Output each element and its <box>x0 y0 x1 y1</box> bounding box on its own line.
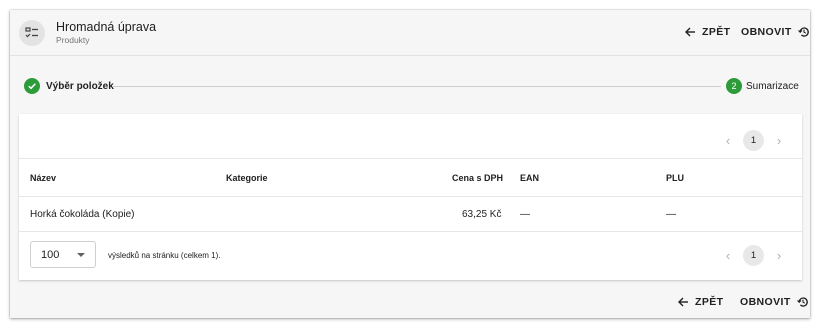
column-header-plu[interactable]: PLU <box>666 173 684 183</box>
bottom-back-button[interactable]: ZPĚT <box>677 296 723 308</box>
step-2-label: Sumarizace <box>746 81 799 92</box>
page-size-value: 100 <box>41 248 60 261</box>
prev-page-button[interactable]: ‹ <box>719 132 737 150</box>
refresh-button-label: OBNOVIT <box>741 26 792 38</box>
page-number-button[interactable]: 1 <box>743 245 764 266</box>
cell-ean: — <box>520 209 530 220</box>
column-header-name[interactable]: Název <box>30 173 56 183</box>
arrow-left-icon <box>677 296 689 308</box>
divider <box>19 196 802 197</box>
page-number-button[interactable]: 1 <box>743 130 764 151</box>
cell-price: 63,25 Kč <box>462 209 502 220</box>
page-size-select[interactable]: 100 <box>30 241 96 268</box>
step-connector <box>112 86 721 87</box>
bottom-refresh-button[interactable]: OBNOVIT <box>740 296 809 308</box>
divider <box>19 158 802 159</box>
back-button-label: ZPĚT <box>702 26 731 38</box>
top-pagination: ‹ 1 › <box>719 130 788 151</box>
cell-plu: — <box>666 209 676 220</box>
back-button[interactable]: ZPĚT <box>684 26 730 38</box>
results-card: ‹ 1 › Název Kategorie Cena s DPH EAN PLU… <box>19 114 802 280</box>
page-subtitle: Produkty <box>56 35 90 45</box>
step-1-label: Výběr položek <box>46 81 114 92</box>
prev-page-button[interactable]: ‹ <box>719 247 737 265</box>
bottom-refresh-button-label: OBNOVIT <box>740 296 791 308</box>
bottom-pagination: ‹ 1 › <box>719 245 788 266</box>
next-page-button[interactable]: › <box>770 132 788 150</box>
history-icon <box>797 26 810 38</box>
page-title: Hromadná úprava <box>56 20 157 34</box>
column-header-category[interactable]: Kategorie <box>226 173 268 183</box>
results-per-page-text: výsledků na stránku (celkem 1). <box>108 251 221 260</box>
checklist-icon <box>19 20 45 46</box>
step-2-number: 2 <box>726 78 742 94</box>
divider <box>19 231 802 232</box>
page-header: Hromadná úprava Produkty ZPĚT OBNOVIT <box>10 10 810 56</box>
column-header-ean[interactable]: EAN <box>520 173 539 183</box>
bulk-edit-window: Hromadná úprava Produkty ZPĚT OBNOVIT Vý… <box>10 10 810 318</box>
history-icon <box>796 296 809 308</box>
column-header-price[interactable]: Cena s DPH <box>452 173 503 183</box>
bottom-back-button-label: ZPĚT <box>695 296 724 308</box>
step-1-check-icon <box>24 78 40 94</box>
caret-down-icon <box>77 253 85 257</box>
refresh-button[interactable]: OBNOVIT <box>741 26 810 38</box>
arrow-left-icon <box>684 26 696 38</box>
next-page-button[interactable]: › <box>770 247 788 265</box>
cell-name: Horká čokoláda (Kopie) <box>30 209 135 220</box>
